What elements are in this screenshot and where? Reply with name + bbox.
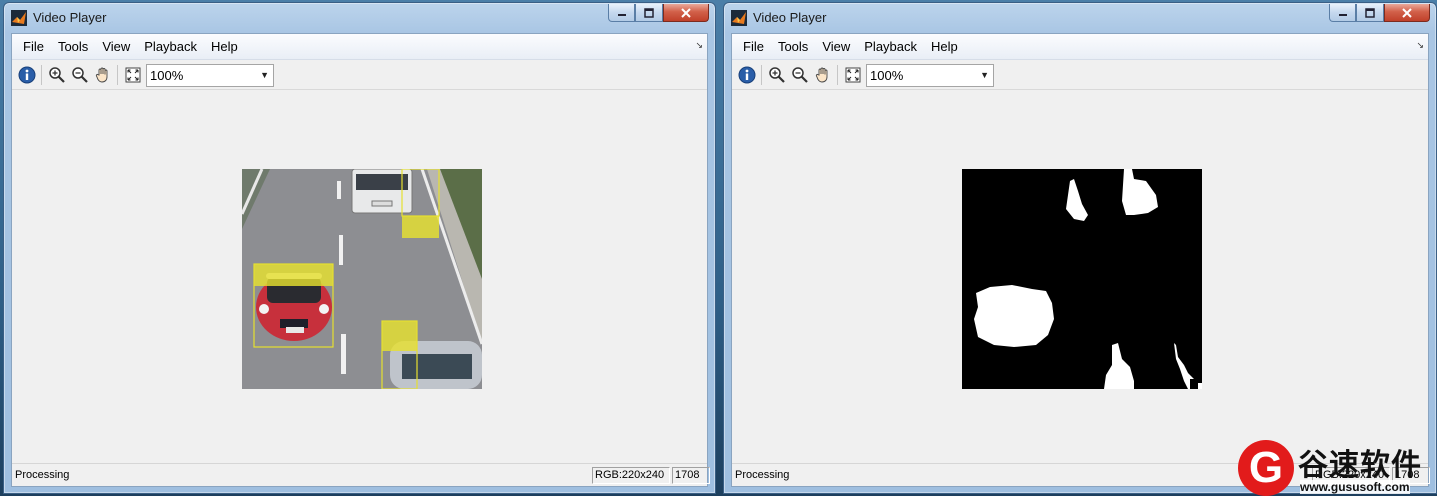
fit-to-window-icon bbox=[125, 67, 140, 83]
toolbar: 100% ▼ bbox=[12, 61, 707, 90]
menu-dock-arrow-icon[interactable]: ↘ bbox=[695, 41, 703, 51]
menu-help[interactable]: Help bbox=[924, 37, 965, 56]
toolbar: 100% ▼ bbox=[732, 61, 1428, 90]
info-button[interactable] bbox=[735, 64, 758, 86]
client-area: File Tools View Playback Help ↘ 100% ▼ P… bbox=[731, 33, 1430, 487]
video-player-window-right: Video Player File Tools View Playback He… bbox=[723, 2, 1437, 494]
status-bar: Processing RGB:220x240 1708 bbox=[12, 463, 710, 486]
fit-to-window-icon bbox=[845, 67, 860, 83]
maximize-button[interactable] bbox=[635, 4, 663, 22]
status-frame-number: 1708 bbox=[672, 467, 710, 484]
title-bar[interactable]: Video Player bbox=[724, 3, 1436, 31]
chevron-down-icon: ▼ bbox=[980, 70, 989, 80]
zoom-dropdown[interactable]: 100% ▼ bbox=[146, 63, 274, 87]
menu-view[interactable]: View bbox=[95, 37, 137, 56]
menu-file[interactable]: File bbox=[736, 37, 771, 56]
info-icon bbox=[18, 66, 35, 84]
close-button[interactable] bbox=[1384, 4, 1430, 22]
zoom-dropdown[interactable]: 100% ▼ bbox=[866, 63, 994, 87]
status-text: Processing bbox=[15, 469, 70, 481]
maximize-icon bbox=[644, 7, 654, 18]
pan-hand-icon bbox=[815, 67, 827, 83]
close-button[interactable] bbox=[663, 4, 709, 22]
zoom-in-button[interactable] bbox=[45, 64, 68, 86]
menu-bar: File Tools View Playback Help ↘ bbox=[732, 34, 1428, 60]
zoom-in-button[interactable] bbox=[765, 64, 788, 86]
zoom-out-icon bbox=[791, 67, 808, 83]
menu-view[interactable]: View bbox=[815, 37, 857, 56]
video-frame-color bbox=[242, 169, 482, 389]
fit-to-window-button[interactable] bbox=[841, 64, 864, 86]
zoom-value: 100% bbox=[150, 67, 184, 83]
window-title: Video Player bbox=[753, 10, 827, 25]
toolbar-separator bbox=[837, 65, 838, 85]
toolbar-separator bbox=[41, 65, 42, 85]
minimize-icon bbox=[1338, 13, 1347, 16]
watermark-logo-icon: G bbox=[1238, 440, 1294, 496]
status-resolution: RGB:220x240 bbox=[592, 467, 670, 484]
status-text: Processing bbox=[735, 469, 790, 481]
zoom-in-icon bbox=[768, 67, 785, 83]
zoom-value: 100% bbox=[870, 67, 904, 83]
toolbar-separator bbox=[761, 65, 762, 85]
traffic-frame-image bbox=[242, 169, 482, 389]
menu-file[interactable]: File bbox=[16, 37, 51, 56]
zoom-out-button[interactable] bbox=[788, 64, 811, 86]
minimize-icon bbox=[617, 13, 626, 16]
menu-dock-arrow-icon[interactable]: ↘ bbox=[1416, 41, 1424, 51]
info-button[interactable] bbox=[15, 64, 38, 86]
video-display-area bbox=[12, 91, 707, 463]
menu-tools[interactable]: Tools bbox=[51, 37, 95, 56]
matlab-logo-icon bbox=[11, 10, 27, 26]
menu-playback[interactable]: Playback bbox=[137, 37, 204, 56]
pan-button[interactable] bbox=[811, 64, 834, 86]
menu-help[interactable]: Help bbox=[204, 37, 245, 56]
foreground-mask-image bbox=[962, 169, 1202, 389]
video-display-area bbox=[732, 91, 1428, 463]
window-title: Video Player bbox=[33, 10, 107, 25]
menu-tools[interactable]: Tools bbox=[771, 37, 815, 56]
watermark-name: 谷速软件 bbox=[1298, 448, 1422, 483]
video-frame-mask bbox=[962, 169, 1202, 389]
zoom-in-icon bbox=[48, 67, 65, 83]
matlab-logo-icon bbox=[731, 10, 747, 26]
fit-to-window-button[interactable] bbox=[121, 64, 144, 86]
watermark-url: www.gususoft.com bbox=[1300, 480, 1410, 494]
toolbar-separator bbox=[117, 65, 118, 85]
maximize-button[interactable] bbox=[1356, 4, 1384, 22]
pan-button[interactable] bbox=[91, 64, 114, 86]
chevron-down-icon: ▼ bbox=[260, 70, 269, 80]
menu-playback[interactable]: Playback bbox=[857, 37, 924, 56]
watermark: G 谷速软件 www.gususoft.com bbox=[1238, 440, 1437, 496]
minimize-button[interactable] bbox=[608, 4, 635, 22]
maximize-icon bbox=[1365, 7, 1375, 18]
client-area: File Tools View Playback Help ↘ 100% ▼ P… bbox=[11, 33, 710, 487]
zoom-out-icon bbox=[71, 67, 88, 83]
menu-bar: File Tools View Playback Help ↘ bbox=[12, 34, 707, 60]
info-icon bbox=[738, 66, 755, 84]
minimize-button[interactable] bbox=[1329, 4, 1356, 22]
close-icon bbox=[681, 7, 691, 18]
pan-hand-icon bbox=[95, 67, 107, 83]
video-player-window-left: Video Player File Tools View Playback He… bbox=[3, 2, 716, 494]
zoom-out-button[interactable] bbox=[68, 64, 91, 86]
title-bar[interactable]: Video Player bbox=[4, 3, 715, 31]
close-icon bbox=[1402, 7, 1412, 18]
